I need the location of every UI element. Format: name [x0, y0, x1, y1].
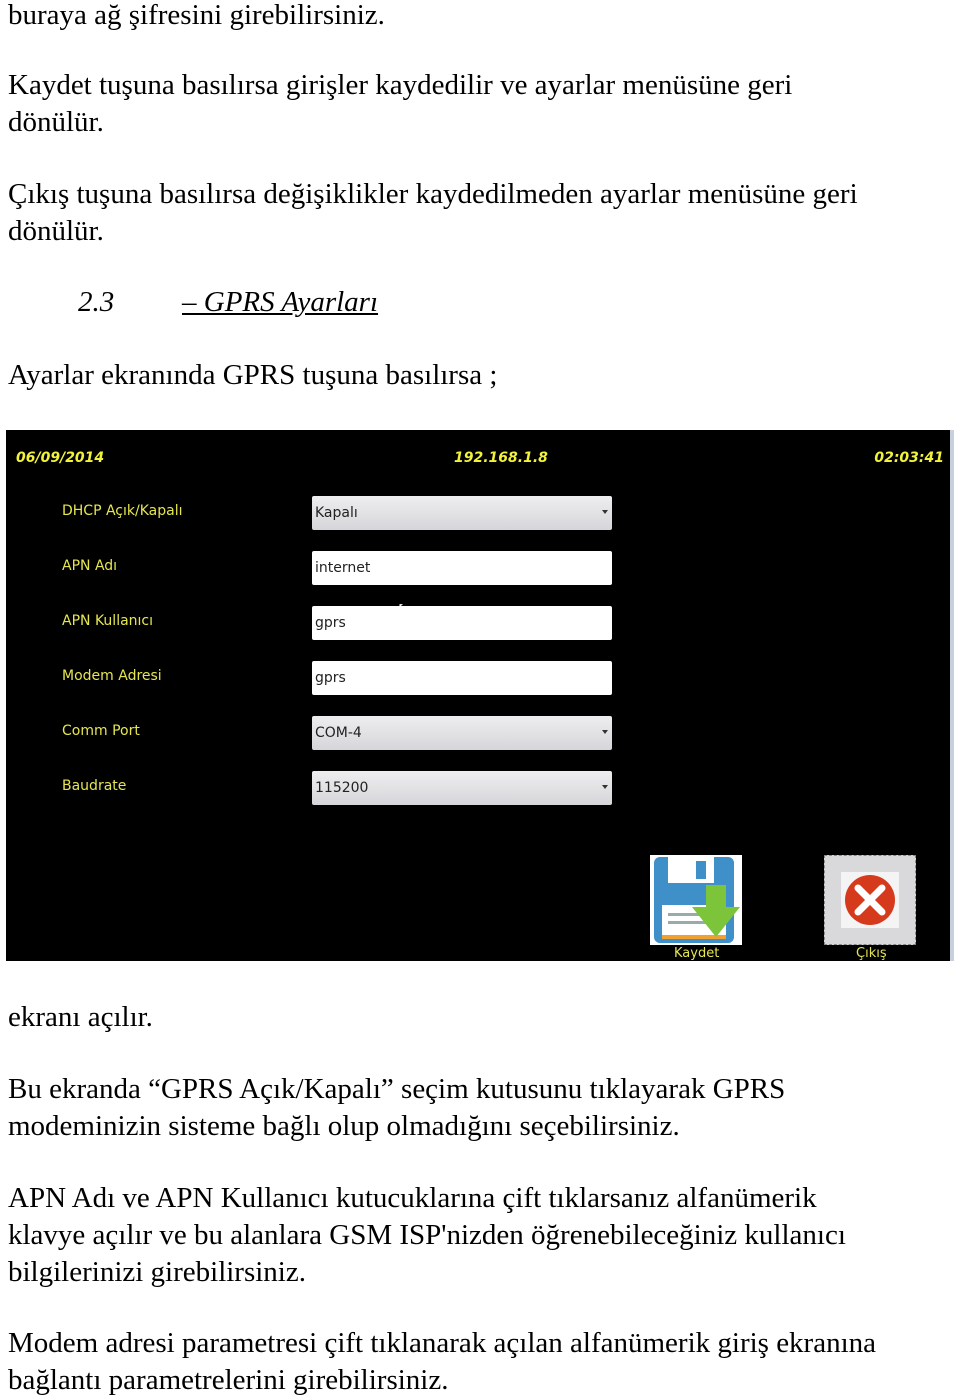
doc-paragraph: APN Adı ve APN Kullanıcı kutucuklarına ç… — [8, 1182, 817, 1214]
apn-name-label: APN Adı — [62, 558, 118, 574]
baudrate-label: Baudrate — [62, 778, 127, 794]
chevron-down-icon — [602, 785, 608, 789]
doc-paragraph: dönülür. — [8, 106, 104, 138]
doc-paragraph: Bu ekranda “GPRS Açık/Kapalı” seçim kutu… — [8, 1073, 786, 1105]
baudrate-value: 115200 — [315, 780, 369, 796]
doc-paragraph: bağlantı parametrelerini girebilirsiniz. — [8, 1364, 449, 1396]
apn-name-input[interactable]: internet — [312, 551, 612, 585]
time-display: 02:03:41 — [874, 450, 944, 466]
modem-address-label: Modem Adresi — [62, 668, 162, 684]
close-icon — [841, 872, 899, 928]
apn-user-label: APN Kullanıcı — [62, 613, 154, 629]
dhcp-select[interactable]: Kapalı — [312, 496, 612, 530]
save-label: Kaydet — [674, 946, 720, 961]
dhcp-label: DHCP Açık/Kapalı — [62, 503, 183, 519]
doc-paragraph: Kaydet tuşuna basılırsa girişler kaydedi… — [8, 69, 793, 101]
modem-address-input[interactable]: gprs — [312, 661, 612, 695]
apn-name-value: internet — [315, 560, 371, 576]
dhcp-value: Kapalı — [315, 505, 358, 521]
ip-display: 192.168.1.8 — [454, 450, 548, 466]
chevron-down-icon — [602, 730, 608, 734]
save-button[interactable] — [650, 855, 742, 945]
mouse-cursor-icon: ↖ — [398, 602, 407, 613]
section-number: 2.3 — [78, 286, 115, 318]
doc-paragraph: Ayarlar ekranında GPRS tuşuna basılırsa … — [8, 359, 498, 391]
modem-address-value: gprs — [315, 670, 346, 686]
screenshot-border — [950, 430, 954, 961]
comm-port-select[interactable]: COM-4 — [312, 716, 612, 750]
exit-button[interactable] — [824, 855, 916, 945]
doc-paragraph: klavye açılır ve bu alanlara GSM ISP'niz… — [8, 1219, 846, 1251]
comm-port-value: COM-4 — [315, 725, 362, 741]
doc-paragraph: ekranı açılır. — [8, 1001, 153, 1033]
doc-paragraph: modeminizin sisteme bağlı olup olmadığın… — [8, 1110, 680, 1142]
apn-user-input[interactable]: gprs — [312, 606, 612, 640]
doc-paragraph: Çıkış tuşuna basılırsa değişiklikler kay… — [8, 178, 858, 210]
gprs-settings-screenshot: 06/09/2014 192.168.1.8 02:03:41 DHCP Açı… — [6, 430, 950, 961]
date-display: 06/09/2014 — [16, 450, 105, 466]
floppy-save-icon — [654, 857, 740, 943]
doc-paragraph: Modem adresi parametresi çift tıklanarak… — [8, 1327, 877, 1359]
doc-paragraph: bilgilerinizi girebilirsiniz. — [8, 1256, 306, 1288]
doc-paragraph: buraya ağ şifresini girebilirsiniz. — [8, 0, 385, 31]
baudrate-select[interactable]: 115200 — [312, 771, 612, 805]
exit-label: Çıkış — [856, 946, 887, 961]
section-title: – GPRS Ayarları — [182, 286, 379, 318]
apn-user-value: gprs — [315, 615, 346, 631]
doc-paragraph: dönülür. — [8, 215, 104, 247]
chevron-down-icon — [602, 510, 608, 514]
comm-port-label: Comm Port — [62, 723, 140, 739]
